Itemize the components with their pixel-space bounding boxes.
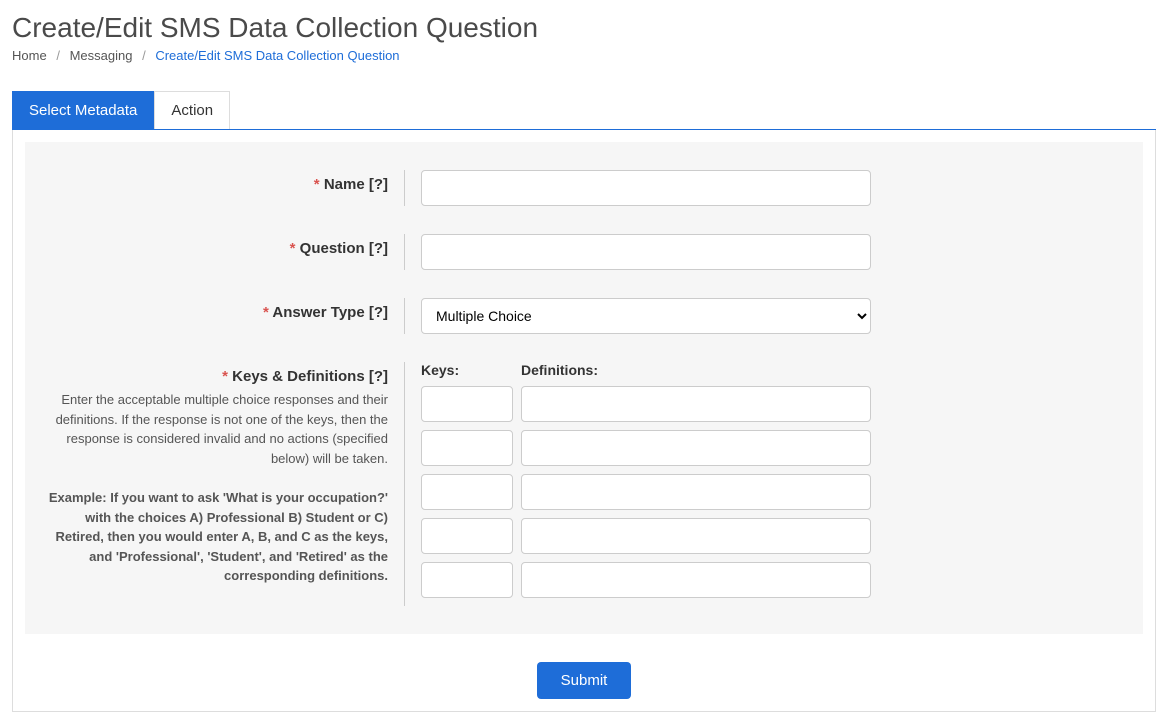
key-def-row (421, 430, 1125, 466)
key-input[interactable] (421, 386, 513, 422)
label-col: * Question [?] (43, 234, 405, 270)
keys-header: Keys: (421, 362, 513, 378)
tab-content: * Name [?] * Question [?] (12, 130, 1156, 712)
required-marker: * (290, 240, 296, 257)
definition-input[interactable] (521, 386, 871, 422)
help-icon[interactable]: [?] (369, 368, 388, 385)
submit-row: Submit (25, 662, 1143, 699)
breadcrumb-home[interactable]: Home (12, 48, 47, 63)
input-col: Multiple Choice (405, 298, 1125, 334)
input-col (405, 234, 1125, 270)
help-icon[interactable]: [?] (369, 304, 388, 321)
definition-input[interactable] (521, 518, 871, 554)
submit-button[interactable]: Submit (537, 662, 632, 699)
definition-input[interactable] (521, 562, 871, 598)
input-col: Keys: Definitions: (405, 362, 1125, 606)
keys-definitions-header: Keys: Definitions: (421, 362, 1125, 378)
key-def-row (421, 562, 1125, 598)
form-row-keys-definitions: * Keys & Definitions [?] Enter the accep… (43, 362, 1125, 606)
key-input[interactable] (421, 518, 513, 554)
tab-action[interactable]: Action (154, 91, 230, 129)
question-input[interactable] (421, 234, 871, 270)
required-marker: * (222, 368, 228, 385)
required-marker: * (314, 176, 320, 193)
key-def-row (421, 386, 1125, 422)
name-input[interactable] (421, 170, 871, 206)
form-row-question: * Question [?] (43, 234, 1125, 270)
label-col: * Answer Type [?] (43, 298, 405, 334)
help-icon[interactable]: [?] (369, 240, 388, 257)
answer-type-label: * Answer Type [?] (263, 304, 388, 321)
input-col (405, 170, 1125, 206)
form-row-answer-type: * Answer Type [?] Multiple Choice (43, 298, 1125, 334)
breadcrumb: Home / Messaging / Create/Edit SMS Data … (12, 48, 1156, 63)
answer-type-label-text: Answer Type (272, 304, 364, 321)
keys-definitions-section: * Keys & Definitions [?] Enter the accep… (43, 362, 1125, 606)
question-label: * Question [?] (290, 240, 388, 257)
tab-select-metadata[interactable]: Select Metadata (12, 91, 154, 129)
page-title: Create/Edit SMS Data Collection Question (12, 12, 1156, 44)
name-label-text: Name (324, 176, 365, 193)
keys-definitions-description: Enter the acceptable multiple choice res… (43, 390, 388, 468)
key-def-row (421, 474, 1125, 510)
key-input[interactable] (421, 562, 513, 598)
keys-definitions-example: Example: If you want to ask 'What is you… (43, 488, 388, 586)
answer-type-select[interactable]: Multiple Choice (421, 298, 871, 334)
breadcrumb-separator: / (56, 48, 60, 63)
form-panel: * Name [?] * Question [?] (25, 142, 1143, 634)
form-row-name: * Name [?] (43, 170, 1125, 206)
tabs: Select Metadata Action (12, 91, 1156, 130)
definition-input[interactable] (521, 474, 871, 510)
keys-definitions-label: * Keys & Definitions [?] (222, 368, 388, 385)
help-icon[interactable]: [?] (369, 176, 388, 193)
required-marker: * (263, 304, 269, 321)
breadcrumb-current: Create/Edit SMS Data Collection Question (155, 48, 399, 63)
breadcrumb-separator: / (142, 48, 146, 63)
definition-input[interactable] (521, 430, 871, 466)
label-col: * Keys & Definitions [?] Enter the accep… (43, 362, 405, 606)
definitions-header: Definitions: (521, 362, 598, 378)
key-input[interactable] (421, 474, 513, 510)
keys-definitions-label-text: Keys & Definitions (232, 368, 365, 385)
label-col: * Name [?] (43, 170, 405, 206)
breadcrumb-messaging[interactable]: Messaging (70, 48, 133, 63)
key-input[interactable] (421, 430, 513, 466)
name-label: * Name [?] (314, 176, 388, 193)
key-def-row (421, 518, 1125, 554)
question-label-text: Question (300, 240, 365, 257)
